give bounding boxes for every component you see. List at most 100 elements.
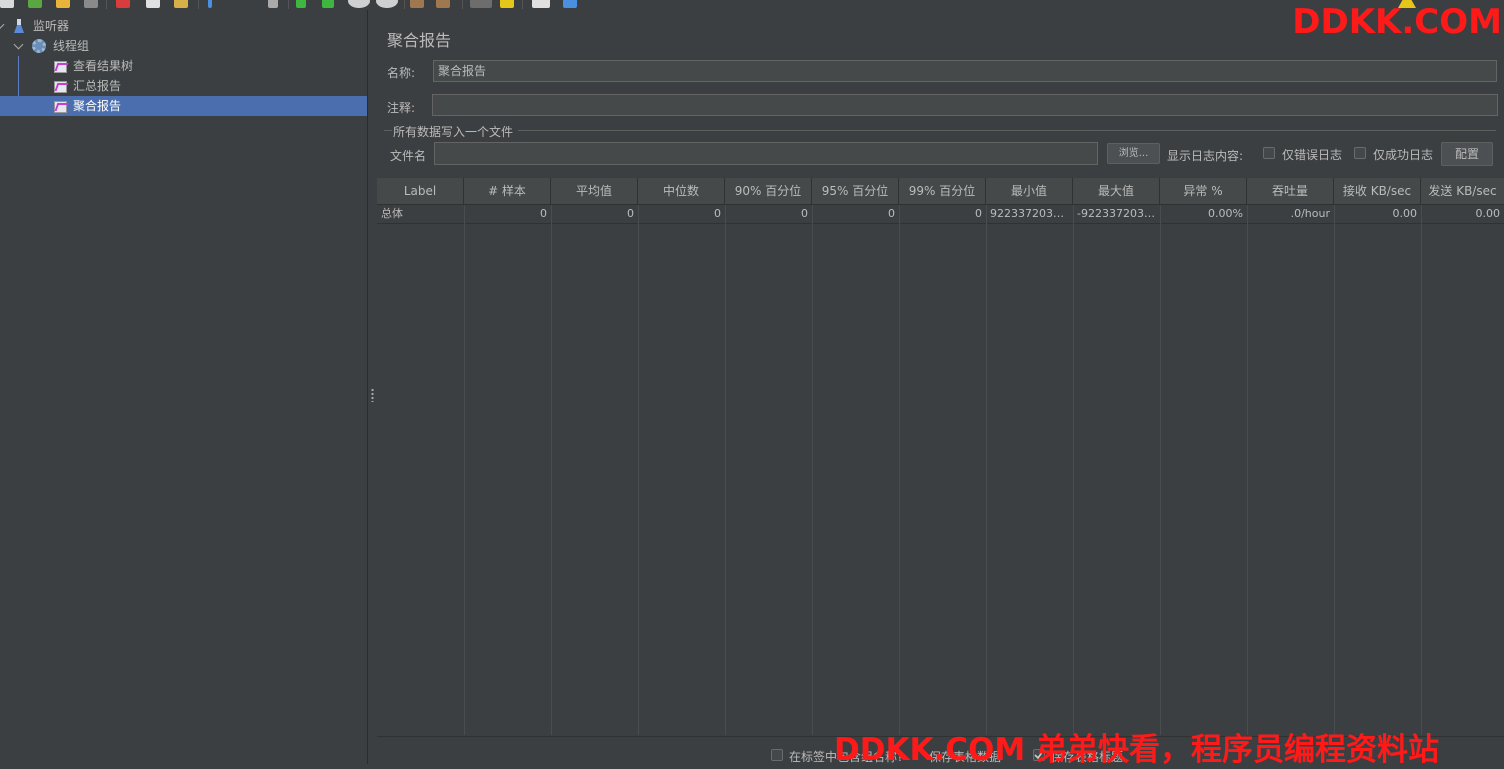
group-border xyxy=(518,130,1496,131)
start-icon[interactable] xyxy=(296,0,306,8)
column-header[interactable]: 接收 KB/sec xyxy=(1334,178,1421,204)
filename-field[interactable] xyxy=(434,142,1098,165)
table-cell: -9223372036... xyxy=(1077,207,1160,220)
search-icon[interactable] xyxy=(470,0,492,8)
open-icon[interactable] xyxy=(56,0,70,8)
log-content-label: 显示日志内容: xyxy=(1167,149,1244,163)
column-header[interactable]: 吞吐量 xyxy=(1247,178,1334,204)
column-divider xyxy=(899,205,900,735)
table-header: Label # 样本 平均值 中位数 90% 百分位 95% 百分位 99% 百… xyxy=(377,178,1504,205)
table-cell: 0 xyxy=(888,207,895,220)
filename-label: 文件名 xyxy=(390,149,427,163)
column-header[interactable]: 95% 百分位 xyxy=(812,178,899,204)
stop-icon[interactable] xyxy=(348,0,370,8)
watermark-top: DDKK.COM xyxy=(1292,2,1502,42)
function-helper-icon[interactable] xyxy=(532,0,550,8)
errors-only-checkbox[interactable] xyxy=(1263,147,1275,159)
table-cell: 0 xyxy=(714,207,721,220)
table-cell: 0 xyxy=(975,207,982,220)
table-cell: 0 xyxy=(540,207,547,220)
file-group-title: 所有数据写入一个文件 xyxy=(393,125,514,139)
split-pane-divider[interactable] xyxy=(367,10,376,764)
column-divider xyxy=(725,205,726,735)
column-divider xyxy=(812,205,813,735)
tree-item-view-results-tree[interactable]: 查看结果树 xyxy=(0,56,367,76)
success-only-checkbox[interactable] xyxy=(1354,147,1366,159)
new-icon[interactable] xyxy=(0,0,14,8)
column-header[interactable]: Label xyxy=(377,178,464,204)
column-divider xyxy=(1247,205,1248,735)
column-header[interactable]: 90% 百分位 xyxy=(725,178,812,204)
name-label: 名称: xyxy=(387,66,416,80)
tree-item-label: 查看结果树 xyxy=(73,59,134,73)
drag-handle-icon[interactable] xyxy=(371,388,374,402)
configure-button[interactable]: 配置 xyxy=(1441,142,1493,166)
column-divider xyxy=(638,205,639,735)
column-divider xyxy=(464,205,465,735)
help-icon[interactable] xyxy=(563,0,577,8)
table-cell: 0.00 xyxy=(1392,207,1418,220)
watermark-bottom: DDKK.COM 弟弟快看，程序员编程资料站 xyxy=(834,732,1440,768)
templates-icon[interactable] xyxy=(28,0,42,8)
cut-icon[interactable] xyxy=(116,0,130,8)
table-cell: 0.00 xyxy=(1475,207,1501,220)
save-icon[interactable] xyxy=(84,0,98,8)
comment-field[interactable] xyxy=(432,94,1498,116)
shutdown-icon[interactable] xyxy=(376,0,398,8)
table-cell: .0/hour xyxy=(1290,207,1330,220)
aggregate-report-panel: 聚合报告 名称: 聚合报告 注释: 所有数据写入一个文件 文件名 浏览... 显… xyxy=(376,10,1504,764)
chart-icon xyxy=(54,61,67,73)
column-header[interactable]: 99% 百分位 xyxy=(899,178,986,204)
tree-item-label: 汇总报告 xyxy=(73,79,122,93)
errors-only-label: 仅错误日志 xyxy=(1282,148,1343,162)
flask-icon xyxy=(14,19,24,33)
paste-icon[interactable] xyxy=(174,0,188,8)
tree-item-listener[interactable]: 监听器 xyxy=(0,16,367,36)
gear-icon xyxy=(32,39,46,53)
table-cell: 0 xyxy=(801,207,808,220)
reset-search-icon[interactable] xyxy=(500,0,514,8)
chevron-down-icon[interactable] xyxy=(13,39,24,50)
comment-label: 注释: xyxy=(387,101,416,115)
copy-icon[interactable] xyxy=(146,0,160,8)
column-divider xyxy=(1160,205,1161,735)
column-header[interactable]: 中位数 xyxy=(638,178,725,204)
column-header[interactable]: 最小值 xyxy=(986,178,1073,204)
column-header[interactable]: 异常 % xyxy=(1160,178,1247,204)
table-cell: 0.00% xyxy=(1208,207,1243,220)
table-cell: 0 xyxy=(627,207,634,220)
column-header[interactable]: # 样本 xyxy=(464,178,551,204)
clear-icon[interactable] xyxy=(410,0,424,8)
aggregate-table: Label # 样本 平均值 中位数 90% 百分位 95% 百分位 99% 百… xyxy=(377,178,1504,735)
expand-icon[interactable] xyxy=(208,0,212,8)
toggle-icon[interactable] xyxy=(268,0,278,8)
chart-icon xyxy=(54,101,67,113)
table-cell: 92233720368... xyxy=(990,207,1073,220)
tree-item-label: 聚合报告 xyxy=(73,99,122,113)
tree-item-label: 线程组 xyxy=(53,39,90,53)
start-no-pause-icon[interactable] xyxy=(322,0,334,8)
column-divider xyxy=(986,205,987,735)
tree-item-summary-report[interactable]: 汇总报告 xyxy=(0,76,367,96)
column-divider xyxy=(1421,205,1422,735)
tree-item-aggregate-report[interactable]: 聚合报告 xyxy=(0,96,367,116)
tree-item-label: 监听器 xyxy=(33,19,70,33)
column-divider xyxy=(551,205,552,735)
chevron-down-icon[interactable] xyxy=(0,19,5,30)
column-header[interactable]: 最大值 xyxy=(1073,178,1160,204)
tree-item-thread-group[interactable]: 线程组 xyxy=(0,36,367,56)
name-field[interactable]: 聚合报告 xyxy=(433,60,1497,82)
include-group-name-checkbox[interactable] xyxy=(771,749,783,761)
group-border xyxy=(384,130,392,131)
panel-title: 聚合报告 xyxy=(387,31,452,50)
column-divider xyxy=(1073,205,1074,735)
column-header[interactable]: 平均值 xyxy=(551,178,638,204)
column-header[interactable]: 发送 KB/sec xyxy=(1421,178,1504,204)
table-cell: 总体 xyxy=(381,207,403,220)
toolbar xyxy=(0,0,1504,10)
chart-icon xyxy=(54,81,67,93)
success-only-label: 仅成功日志 xyxy=(1373,148,1434,162)
clear-all-icon[interactable] xyxy=(436,0,450,8)
browse-button[interactable]: 浏览... xyxy=(1107,143,1160,164)
column-divider xyxy=(1334,205,1335,735)
